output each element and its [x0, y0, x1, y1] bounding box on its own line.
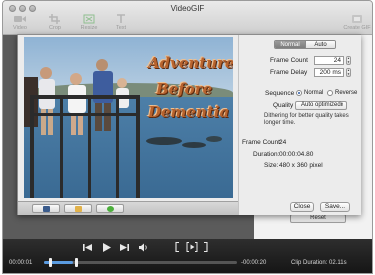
mail-icon: [75, 206, 82, 212]
out-point-handle[interactable]: [75, 258, 78, 267]
play-selection-button[interactable]: [186, 242, 198, 254]
tab-auto[interactable]: Auto: [305, 41, 335, 48]
current-time: 00:00:01: [9, 260, 33, 266]
play-button[interactable]: [102, 243, 111, 254]
share-email-button[interactable]: [64, 204, 92, 213]
info-duration-label: Duration:: [253, 151, 280, 158]
toolbar-create-gif-button[interactable]: Create GIF: [343, 14, 371, 31]
speaker-icon: [139, 243, 147, 252]
quality-value: Auto optimized: [301, 102, 341, 108]
volume-button[interactable]: [139, 243, 149, 254]
overlay-text-line-2: Before: [156, 80, 213, 98]
info-frame-count-label: Frame Count:: [242, 139, 282, 146]
tumblr-icon: [43, 206, 50, 212]
skip-back-icon: [83, 244, 92, 251]
skip-forward-icon: [120, 244, 129, 251]
toolbar-resize-button[interactable]: Resize: [77, 14, 101, 31]
dithering-hint: Dithering for better quality takes longe…: [264, 113, 349, 126]
toolbar-text-label: Text: [115, 25, 127, 31]
sequence-reverse-radio[interactable]: [327, 90, 333, 96]
toolbar-resize-label: Resize: [80, 25, 98, 31]
sequence-normal-label: Normal: [304, 90, 324, 96]
frame-delay-stepper[interactable]: ▲ ▼: [346, 68, 351, 77]
remaining-time: -00:00:20: [241, 260, 267, 266]
title-bar: VideoGIF Video Crop Resize Text Create G…: [3, 1, 372, 35]
share-messages-button[interactable]: [96, 204, 124, 213]
play-icon: [103, 243, 111, 252]
quality-select[interactable]: Auto optimized ⬍: [295, 101, 347, 110]
share-bar: [18, 201, 240, 215]
text-icon: [109, 14, 133, 24]
settings-panel: Normal Auto Frame Count 24 ▲ ▼ Frame Dela…: [238, 35, 361, 215]
sequence-reverse-label: Reverse: [335, 90, 358, 96]
save-button[interactable]: Save...: [320, 202, 350, 212]
app-window: VideoGIF Video Crop Resize Text Create G…: [2, 0, 373, 274]
bracket-right-icon: [204, 241, 208, 253]
window-title: VideoGIF: [170, 4, 205, 13]
clip-duration: Clip Duration: 02.11s: [291, 260, 347, 266]
info-size-label: Size:: [264, 162, 279, 169]
toolbar-crop-label: Crop: [49, 25, 61, 31]
set-out-point-button[interactable]: [203, 241, 208, 254]
gif-preview: Adventure Before Dementia: [24, 37, 233, 198]
info-frame-count-value: 24: [279, 139, 287, 146]
toolbar-crop-button[interactable]: Crop: [43, 14, 67, 31]
previous-frame-button[interactable]: [83, 243, 92, 254]
quality-label: Quality: [273, 102, 294, 109]
timeline-track[interactable]: [44, 261, 237, 264]
resize-icon: [77, 14, 101, 24]
frame-count-label: Frame Count: [270, 57, 308, 64]
toolbar-video-label: Video: [13, 25, 27, 31]
preview-railing: [30, 95, 140, 198]
toolbar-create-gif-label: Create GIF: [343, 25, 371, 31]
reset-button[interactable]: Reset: [290, 214, 346, 223]
share-tumblr-button[interactable]: [32, 204, 60, 213]
frame-count-input[interactable]: 24: [314, 56, 344, 65]
export-sheet: Adventure Before Dementia Normal Auto Fr…: [17, 34, 361, 215]
crop-icon: [43, 14, 67, 24]
sequence-normal-radio[interactable]: [296, 90, 302, 96]
create-gif-icon: [343, 14, 371, 24]
overlay-text-line-1: Adventure: [148, 54, 233, 72]
toolbar-video-button[interactable]: Video: [8, 14, 32, 31]
play-selection-icon: [186, 242, 198, 252]
info-size-value: 480 x 360 pixel: [279, 162, 323, 169]
toolbar-text-button[interactable]: Text: [109, 14, 133, 31]
mode-segmented-control: Normal Auto: [274, 40, 336, 49]
set-in-point-button[interactable]: [175, 241, 180, 254]
frame-count-stepper[interactable]: ▲ ▼: [346, 56, 351, 65]
in-point-handle[interactable]: [49, 258, 52, 267]
sequence-label: Sequence: [265, 90, 295, 97]
tab-normal[interactable]: Normal: [275, 41, 305, 48]
frame-delay-label: Frame Delay: [270, 69, 308, 76]
bracket-left-icon: [175, 241, 179, 253]
messages-icon: [107, 206, 114, 212]
next-frame-button[interactable]: [120, 243, 129, 254]
info-duration-value: 00:00:04.80: [279, 151, 314, 158]
video-icon: [8, 14, 32, 24]
frame-delay-input[interactable]: 200 ms: [314, 68, 344, 77]
overlay-text-line-3: Dementia: [148, 103, 230, 121]
chevron-down-icon: ⬍: [339, 102, 344, 108]
close-button[interactable]: Close: [290, 202, 314, 212]
